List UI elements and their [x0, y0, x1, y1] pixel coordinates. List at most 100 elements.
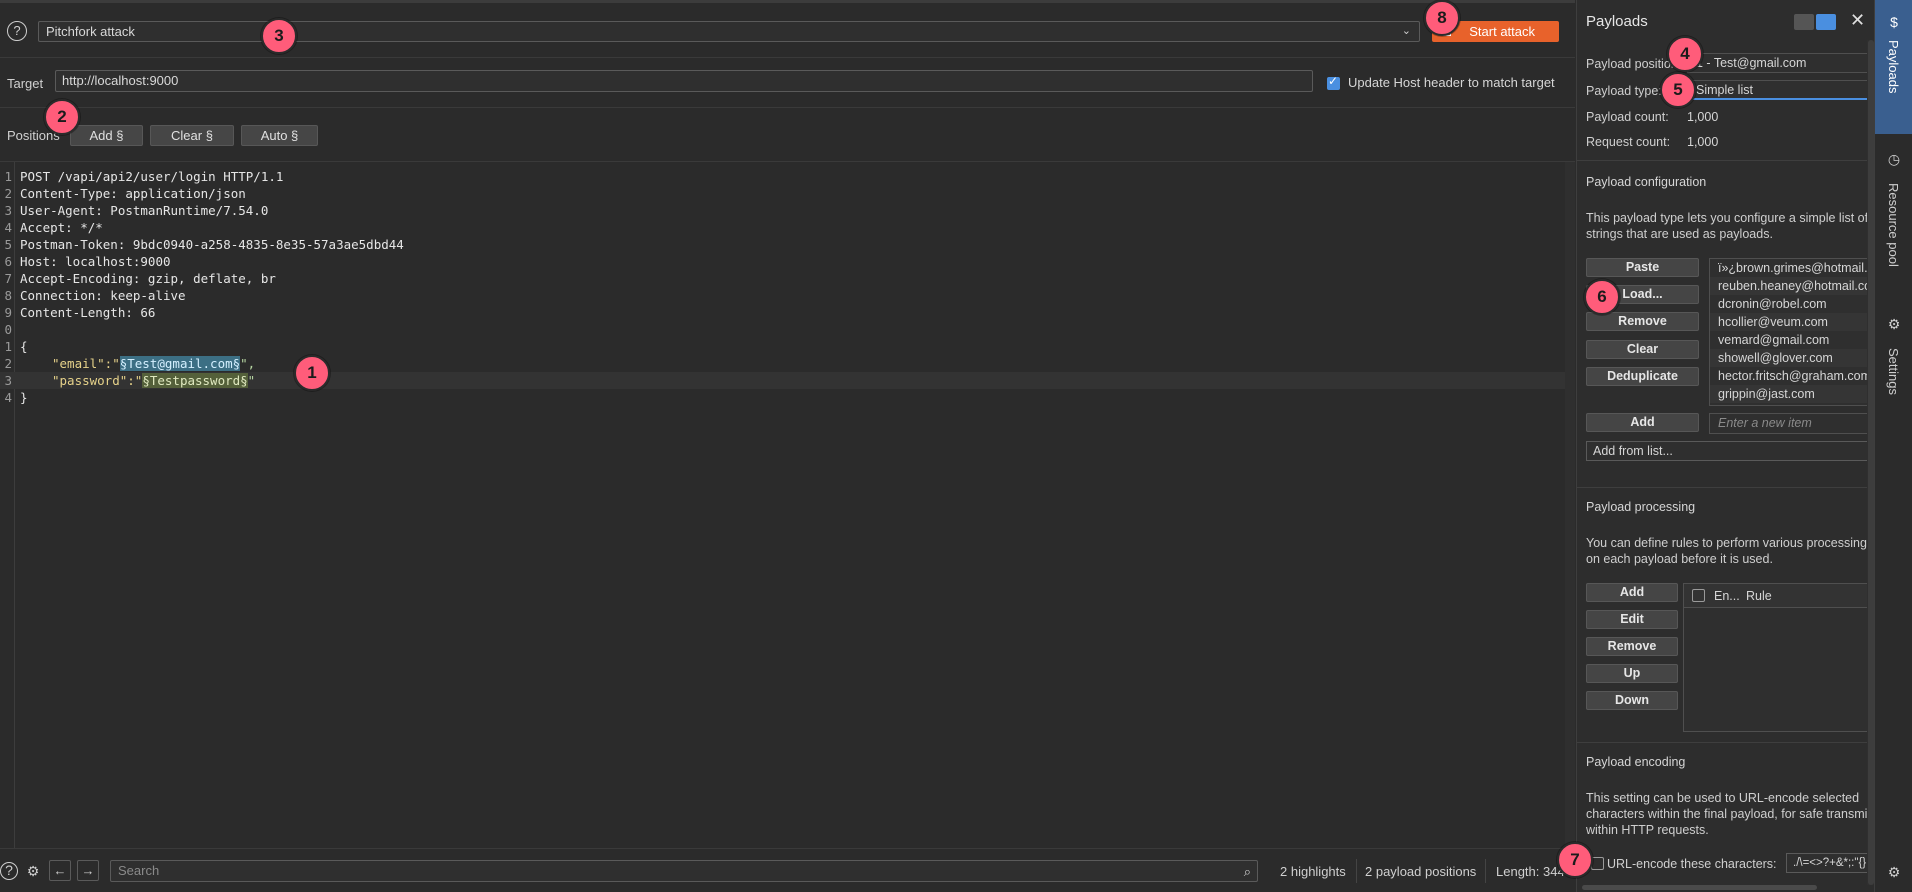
json-tail: ", — [240, 356, 256, 371]
scroll-thumb[interactable] — [1582, 885, 1817, 890]
target-url-input[interactable]: http://localhost:9000 — [55, 70, 1313, 92]
list-item[interactable]: grippin@jast.com — [1710, 385, 1874, 403]
line-number: 3 — [4, 203, 12, 218]
payload-type-select[interactable]: Simple list — [1687, 80, 1874, 100]
code-text: Content-Type: application/json — [20, 186, 246, 201]
update-host-checkbox[interactable] — [1327, 74, 1340, 90]
tab-settings[interactable]: ⚙ Settings — [1875, 310, 1912, 420]
panel-hscrollbar[interactable] — [1577, 884, 1867, 891]
side-tab-strip: $ Payloads ◷ Resource pool ⚙ Settings ⚙ — [1874, 0, 1912, 892]
auto-markers-button[interactable]: Auto § — [241, 125, 318, 146]
annotation-badge-3: 3 — [261, 18, 297, 54]
help-icon[interactable]: ? — [7, 21, 27, 41]
proc-add-button[interactable]: Add — [1586, 583, 1678, 602]
search-icon[interactable]: ⌕ — [1244, 862, 1251, 882]
line-number: 3 — [4, 373, 12, 388]
help-icon[interactable]: ? — [0, 862, 18, 880]
list-item[interactable]: showell@glover.com — [1710, 349, 1874, 367]
line-number: 9 — [4, 305, 12, 320]
list-item[interactable]: dcronin@robel.com — [1710, 295, 1874, 313]
clear-button[interactable]: Clear — [1586, 340, 1699, 359]
close-icon[interactable]: ✕ — [1850, 10, 1865, 31]
code-text: POST /vapi/api2/user/login HTTP/1.1 — [20, 169, 284, 184]
payloads-panel: Payloads ✕ Payload position: 1 - Test@gm… — [1576, 0, 1874, 892]
editor-line[interactable]: 3 User-Agent: PostmanRuntime/7.54.0 — [0, 202, 1565, 219]
editor-line[interactable]: 2 "email":"§Test@gmail.com§", — [0, 355, 1565, 372]
editor-scrollbar[interactable] — [1565, 162, 1575, 848]
editor-line[interactable]: 8 Connection: keep-alive — [0, 287, 1565, 304]
layout-toggle[interactable] — [1794, 14, 1838, 30]
editor-line[interactable]: 4} — [0, 389, 1565, 406]
editor-line[interactable]: 7 Accept-Encoding: gzip, deflate, br — [0, 270, 1565, 287]
payload-position-select[interactable]: 1 - Test@gmail.com — [1687, 53, 1874, 73]
editor-line[interactable]: 5 Postman-Token: 9bdc0940-a258-4835-8e35-… — [0, 236, 1565, 253]
payload-positions-count: 2 payload positions — [1365, 864, 1477, 879]
line-number: 5 — [4, 237, 12, 252]
tab-resource-pool-label: Resource pool — [1886, 183, 1901, 267]
json-tail: " — [247, 373, 256, 388]
attack-type-value: Pitchfork attack — [46, 24, 135, 39]
attack-type-select[interactable]: Pitchfork attack ⌄ — [38, 21, 1420, 42]
add-from-list-select[interactable]: Add from list... — [1586, 441, 1874, 461]
search-input[interactable]: Search ⌕ — [110, 860, 1258, 882]
forward-arrow-icon[interactable]: → — [77, 860, 99, 881]
encoding-desc-1: This setting can be used to URL-encode s… — [1586, 791, 1860, 805]
payload-list[interactable]: ï»¿brown.grimes@hotmail.com reuben.heaney… — [1709, 258, 1874, 406]
add-item-button[interactable]: Add — [1586, 413, 1699, 432]
list-item[interactable]: hcollier@veum.com — [1710, 313, 1874, 331]
search-bar: ? ⚙ ← → Search ⌕ 2 highlights 2 payload … — [0, 848, 1575, 892]
code-text: Connection: keep-alive — [20, 288, 186, 303]
panel-scrollbar[interactable] — [1867, 40, 1874, 885]
url-encode-label: URL-encode these characters: — [1607, 857, 1777, 871]
payload-marker[interactable]: §Testpassword§ — [142, 373, 248, 388]
rules-col-enabled[interactable]: En... — [1714, 589, 1740, 603]
editor-line[interactable]: 2 Content-Type: application/json — [0, 185, 1565, 202]
proc-edit-button[interactable]: Edit — [1586, 610, 1678, 629]
bottom-settings[interactable]: ⚙ — [1875, 862, 1912, 886]
rules-table[interactable]: En... Rule — [1683, 583, 1874, 732]
list-item[interactable]: hector.fritsch@graham.com — [1710, 367, 1874, 385]
annotation-badge-5: 5 — [1660, 72, 1696, 108]
divider — [1577, 160, 1874, 161]
editor-line[interactable]: 6 Host: localhost:9000 — [0, 253, 1565, 270]
add-marker-button[interactable]: Add § — [70, 125, 143, 146]
processing-desc-1: You can define rules to perform various … — [1586, 536, 1874, 550]
proc-down-button[interactable]: Down — [1586, 691, 1678, 710]
highlights-count: 2 highlights — [1280, 864, 1346, 879]
deduplicate-button[interactable]: Deduplicate — [1586, 367, 1699, 386]
list-item[interactable]: vemard@gmail.com — [1710, 331, 1874, 349]
rules-col-rule[interactable]: Rule — [1746, 589, 1772, 603]
payload-marker[interactable]: §Test@gmail.com§ — [119, 356, 241, 371]
proc-up-button[interactable]: Up — [1586, 664, 1678, 683]
divider — [1485, 859, 1486, 883]
url-encode-chars-input[interactable]: ./\=<>?+&*;:"{}|^`# — [1786, 853, 1874, 873]
request-length: Length: 344 — [1496, 864, 1565, 879]
processing-title: Payload processing — [1586, 500, 1696, 514]
editor-line[interactable]: 1{ — [0, 338, 1565, 355]
paste-button[interactable]: Paste — [1586, 258, 1699, 277]
code-text: Host: localhost:9000 — [20, 254, 171, 269]
back-arrow-icon[interactable]: ← — [49, 860, 71, 881]
rules-select-all-checkbox[interactable] — [1692, 589, 1705, 602]
layout-vertical-icon[interactable] — [1816, 14, 1836, 30]
clear-markers-button[interactable]: Clear § — [150, 125, 234, 146]
list-item[interactable]: reuben.heaney@hotmail.com — [1710, 277, 1874, 295]
proc-remove-button[interactable]: Remove — [1586, 637, 1678, 656]
request-count-label: Request count: — [1586, 135, 1671, 149]
line-number: 2 — [4, 356, 12, 371]
line-number: 1 — [4, 169, 12, 184]
tab-payloads[interactable]: $ Payloads — [1875, 0, 1912, 134]
processing-desc-2: on each payload before it is used. — [1586, 552, 1773, 566]
editor-line[interactable]: 3 "password":"§Testpassword§" — [0, 372, 1565, 389]
request-editor[interactable]: 1 POST /vapi/api2/user/login HTTP/1.1 2 Con… — [0, 162, 1575, 848]
editor-line[interactable]: 0 — [0, 321, 1565, 338]
editor-line[interactable]: 4 Accept: */* — [0, 219, 1565, 236]
gear-icon[interactable]: ⚙ — [23, 861, 43, 881]
json-key: "email":" — [52, 356, 120, 371]
editor-line[interactable]: 9 Content-Length: 66 — [0, 304, 1565, 321]
new-item-input[interactable]: Enter a new item — [1709, 413, 1874, 434]
editor-line[interactable]: 1 POST /vapi/api2/user/login HTTP/1.1 — [0, 168, 1565, 185]
tab-resource-pool[interactable]: ◷ Resource pool — [1875, 145, 1912, 295]
layout-horizontal-icon[interactable] — [1794, 14, 1814, 30]
list-item[interactable]: ï»¿brown.grimes@hotmail.com — [1710, 259, 1874, 277]
